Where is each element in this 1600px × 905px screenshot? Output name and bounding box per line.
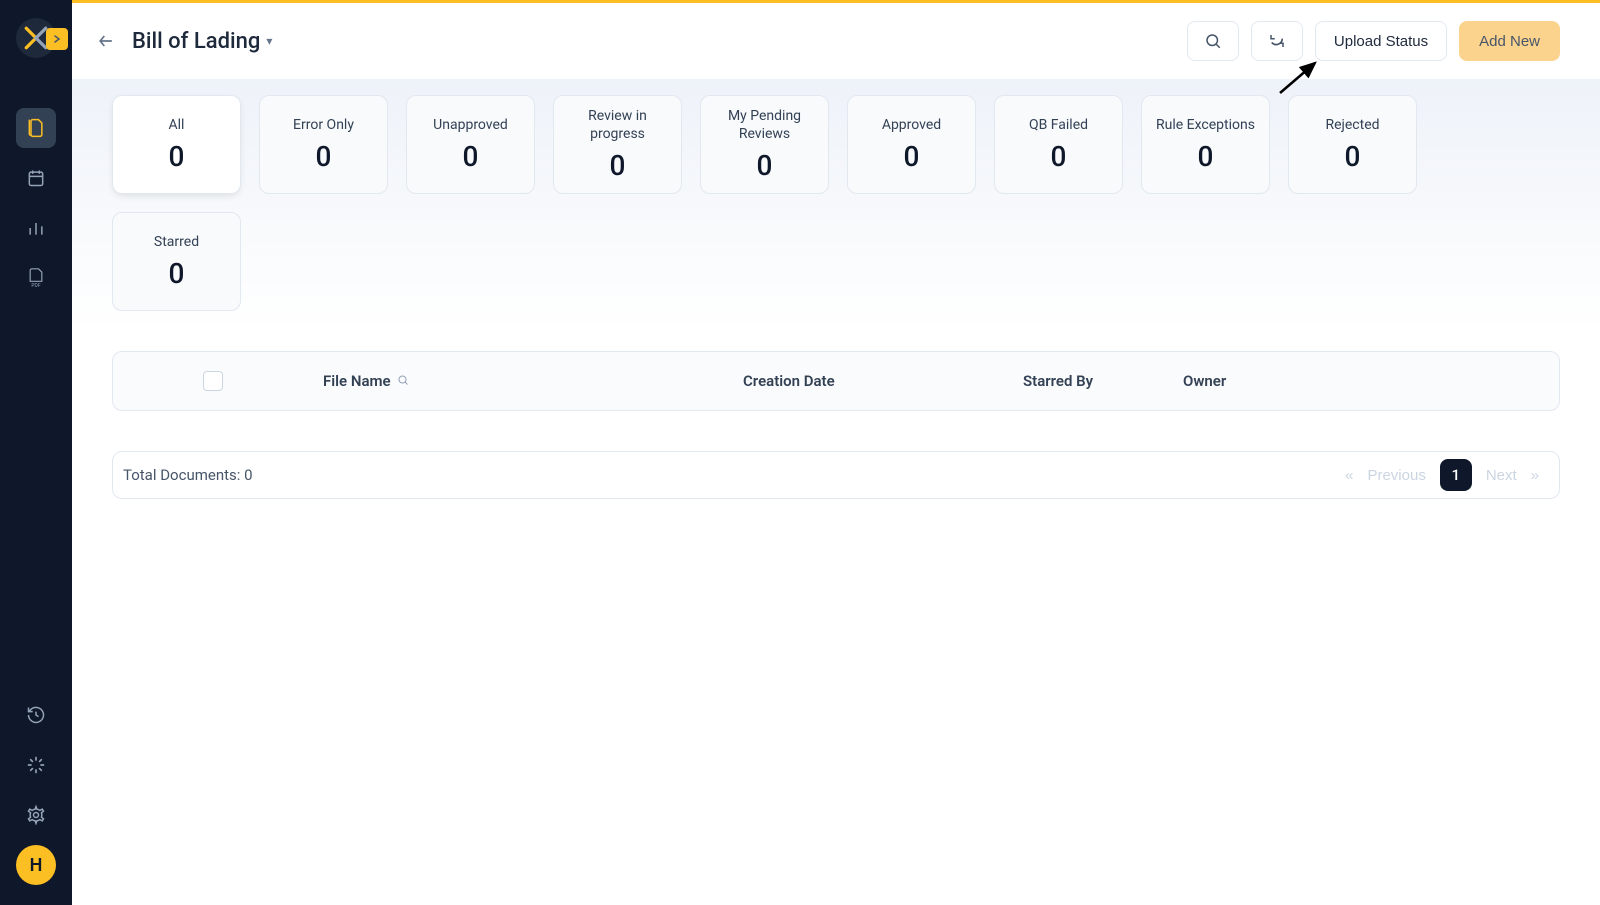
total-documents: Total Documents: 0 bbox=[123, 466, 253, 484]
filter-label: QB Failed bbox=[1029, 116, 1088, 134]
filter-card-rejected[interactable]: Rejected 0 bbox=[1288, 95, 1417, 194]
sidebar-item-history[interactable] bbox=[16, 695, 56, 735]
history-icon bbox=[26, 705, 46, 725]
filter-count: 0 bbox=[316, 140, 332, 173]
avatar[interactable]: H bbox=[16, 845, 56, 885]
table-footer: Total Documents: 0 « Previous 1 Next » bbox=[112, 451, 1560, 499]
back-arrow-icon bbox=[96, 31, 116, 51]
filter-label: Rule Exceptions bbox=[1156, 116, 1255, 134]
refresh-button[interactable] bbox=[1251, 21, 1303, 61]
add-new-label: Add New bbox=[1479, 33, 1540, 50]
pagination-first[interactable]: « bbox=[1345, 467, 1353, 484]
filter-count: 0 bbox=[169, 257, 185, 290]
sidebar: PDF bbox=[0, 0, 72, 905]
filter-card-my-pending-reviews[interactable]: My Pending Reviews 0 bbox=[700, 95, 829, 194]
filter-label: Rejected bbox=[1325, 116, 1379, 134]
sidebar-item-pdf[interactable]: PDF bbox=[16, 258, 56, 298]
column-header-starred-by[interactable]: Starred By bbox=[1023, 372, 1183, 390]
filter-count: 0 bbox=[757, 149, 773, 182]
filters-area: All0Error Only0Unapproved0Review in prog… bbox=[72, 79, 1600, 331]
table-area: File Name Creation Date Starred By Owner… bbox=[72, 351, 1600, 499]
filter-count: 0 bbox=[610, 149, 626, 182]
pdf-icon: PDF bbox=[26, 267, 46, 289]
search-icon bbox=[1204, 32, 1222, 50]
column-header-owner[interactable]: Owner bbox=[1183, 372, 1303, 390]
filter-card-all[interactable]: All 0 bbox=[112, 95, 241, 194]
spinner-icon bbox=[26, 755, 46, 775]
svg-text:PDF: PDF bbox=[31, 283, 40, 289]
refresh-icon bbox=[1268, 32, 1286, 50]
upload-status-label: Upload Status bbox=[1334, 33, 1428, 50]
page-title-dropdown[interactable]: Bill of Lading ▾ bbox=[132, 29, 272, 54]
filter-card-review-in-progress[interactable]: Review in progress 0 bbox=[553, 95, 682, 194]
filter-count: 0 bbox=[904, 140, 920, 173]
upload-status-button[interactable]: Upload Status bbox=[1315, 21, 1447, 61]
sidebar-toggle[interactable] bbox=[46, 28, 68, 50]
pagination-current-page[interactable]: 1 bbox=[1440, 459, 1472, 491]
filter-label: Starred bbox=[154, 233, 199, 251]
filter-card-unapproved[interactable]: Unapproved 0 bbox=[406, 95, 535, 194]
filter-card-qb-failed[interactable]: QB Failed 0 bbox=[994, 95, 1123, 194]
sidebar-item-analytics[interactable] bbox=[16, 208, 56, 248]
select-all-checkbox[interactable] bbox=[203, 371, 223, 391]
filter-label: All bbox=[169, 116, 185, 134]
filter-card-approved[interactable]: Approved 0 bbox=[847, 95, 976, 194]
header: Bill of Lading ▾ Upload Statu bbox=[72, 3, 1600, 79]
filter-card-error-only[interactable]: Error Only 0 bbox=[259, 95, 388, 194]
pagination-last[interactable]: » bbox=[1531, 467, 1539, 484]
column-header-file-name[interactable]: File Name bbox=[323, 372, 743, 390]
pagination-previous[interactable]: Previous bbox=[1367, 467, 1425, 484]
chart-icon bbox=[26, 218, 46, 238]
filter-count: 0 bbox=[169, 140, 185, 173]
sidebar-item-calendar[interactable] bbox=[16, 158, 56, 198]
add-new-button[interactable]: Add New bbox=[1459, 21, 1560, 61]
filter-count: 0 bbox=[1051, 140, 1067, 173]
filter-card-starred[interactable]: Starred 0 bbox=[112, 212, 241, 311]
filter-label: Unapproved bbox=[433, 116, 508, 134]
filter-label: Review in progress bbox=[562, 107, 673, 143]
sidebar-item-loading[interactable] bbox=[16, 745, 56, 785]
filter-card-rule-exceptions[interactable]: Rule Exceptions 0 bbox=[1141, 95, 1270, 194]
filter-count: 0 bbox=[463, 140, 479, 173]
filter-label: My Pending Reviews bbox=[709, 107, 820, 143]
sidebar-item-settings[interactable] bbox=[16, 795, 56, 835]
column-search-icon[interactable] bbox=[397, 372, 409, 390]
filter-label: Approved bbox=[882, 116, 941, 134]
back-button[interactable] bbox=[96, 31, 116, 51]
avatar-letter: H bbox=[30, 855, 43, 876]
app-logo[interactable] bbox=[16, 18, 56, 58]
sidebar-item-documents[interactable] bbox=[16, 108, 56, 148]
caret-down-icon: ▾ bbox=[266, 34, 272, 48]
search-button[interactable] bbox=[1187, 21, 1239, 61]
pagination: « Previous 1 Next » bbox=[1345, 459, 1539, 491]
filter-count: 0 bbox=[1198, 140, 1214, 173]
filter-label: Error Only bbox=[293, 116, 354, 134]
pagination-next[interactable]: Next bbox=[1486, 467, 1517, 484]
calendar-icon bbox=[26, 168, 46, 188]
table-header: File Name Creation Date Starred By Owner bbox=[112, 351, 1560, 411]
filters-row: All0Error Only0Unapproved0Review in prog… bbox=[112, 95, 1560, 311]
gear-icon bbox=[26, 805, 46, 825]
documents-icon bbox=[26, 118, 46, 138]
column-header-creation-date[interactable]: Creation Date bbox=[743, 372, 1023, 390]
main-content: Bill of Lading ▾ Upload Statu bbox=[72, 0, 1600, 905]
page-title: Bill of Lading bbox=[132, 29, 260, 54]
filter-count: 0 bbox=[1345, 140, 1361, 173]
